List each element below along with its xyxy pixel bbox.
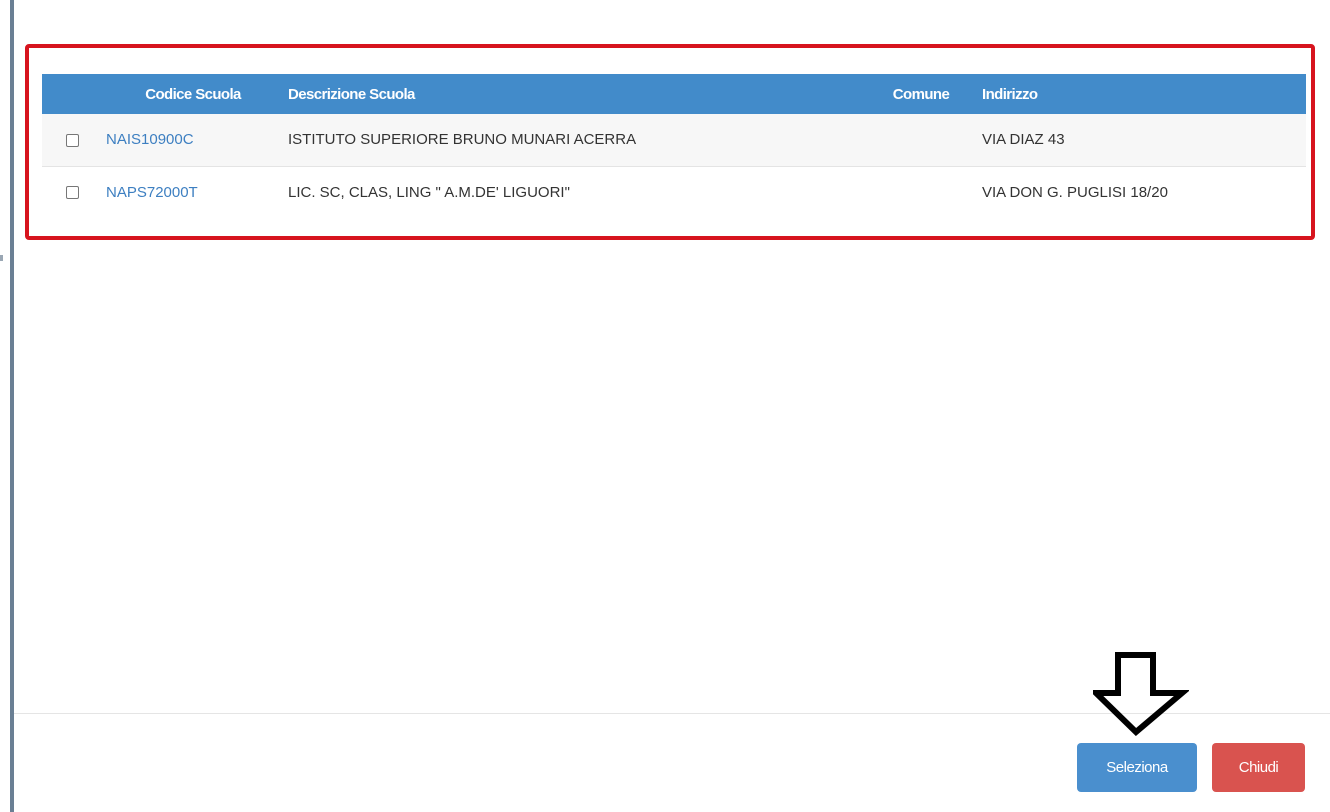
school-code-cell: NAIS10900C [102,114,284,166]
table-row: NAIS10900C ISTITUTO SUPERIORE BRUNO MUNA… [42,114,1306,166]
school-city-cell [864,166,978,218]
close-button[interactable]: Chiudi [1212,743,1305,792]
row-checkbox[interactable] [65,133,79,147]
select-button[interactable]: Seleziona [1077,743,1197,792]
header-select [42,74,102,114]
header-descrizione-scuola[interactable]: Descrizione Scuola [284,74,864,114]
row-checkbox[interactable] [65,186,79,200]
header-codice-scuola[interactable]: Codice Scuola [102,74,284,114]
school-city-cell [864,114,978,166]
school-code-link[interactable]: NAIS10900C [106,131,194,148]
school-code-link[interactable]: NAPS72000T [106,184,198,201]
school-address-cell: VIA DIAZ 43 [982,131,1065,149]
header-comune[interactable]: Comune [864,74,978,114]
school-code-cell: NAPS72000T [102,166,284,218]
down-arrow-icon [1093,652,1189,736]
schools-table: Codice Scuola Descrizione Scuola Comune … [42,74,1306,218]
school-address-cell: VIA DON G. PUGLISI 18/20 [982,183,1168,201]
left-edge-mark [0,255,3,261]
header-indirizzo[interactable]: Indirizzo [978,74,1306,114]
table-row: NAPS72000T LIC. SC, CLAS, LING " A.M.DE'… [42,166,1306,218]
row-select-cell [42,114,102,166]
school-description-cell: LIC. SC, CLAS, LING " A.M.DE' LIGUORI" [288,183,570,201]
school-description-cell: ISTITUTO SUPERIORE BRUNO MUNARI ACERRA [288,131,637,149]
row-select-cell [42,166,102,218]
table-header-row: Codice Scuola Descrizione Scuola Comune … [42,74,1306,114]
